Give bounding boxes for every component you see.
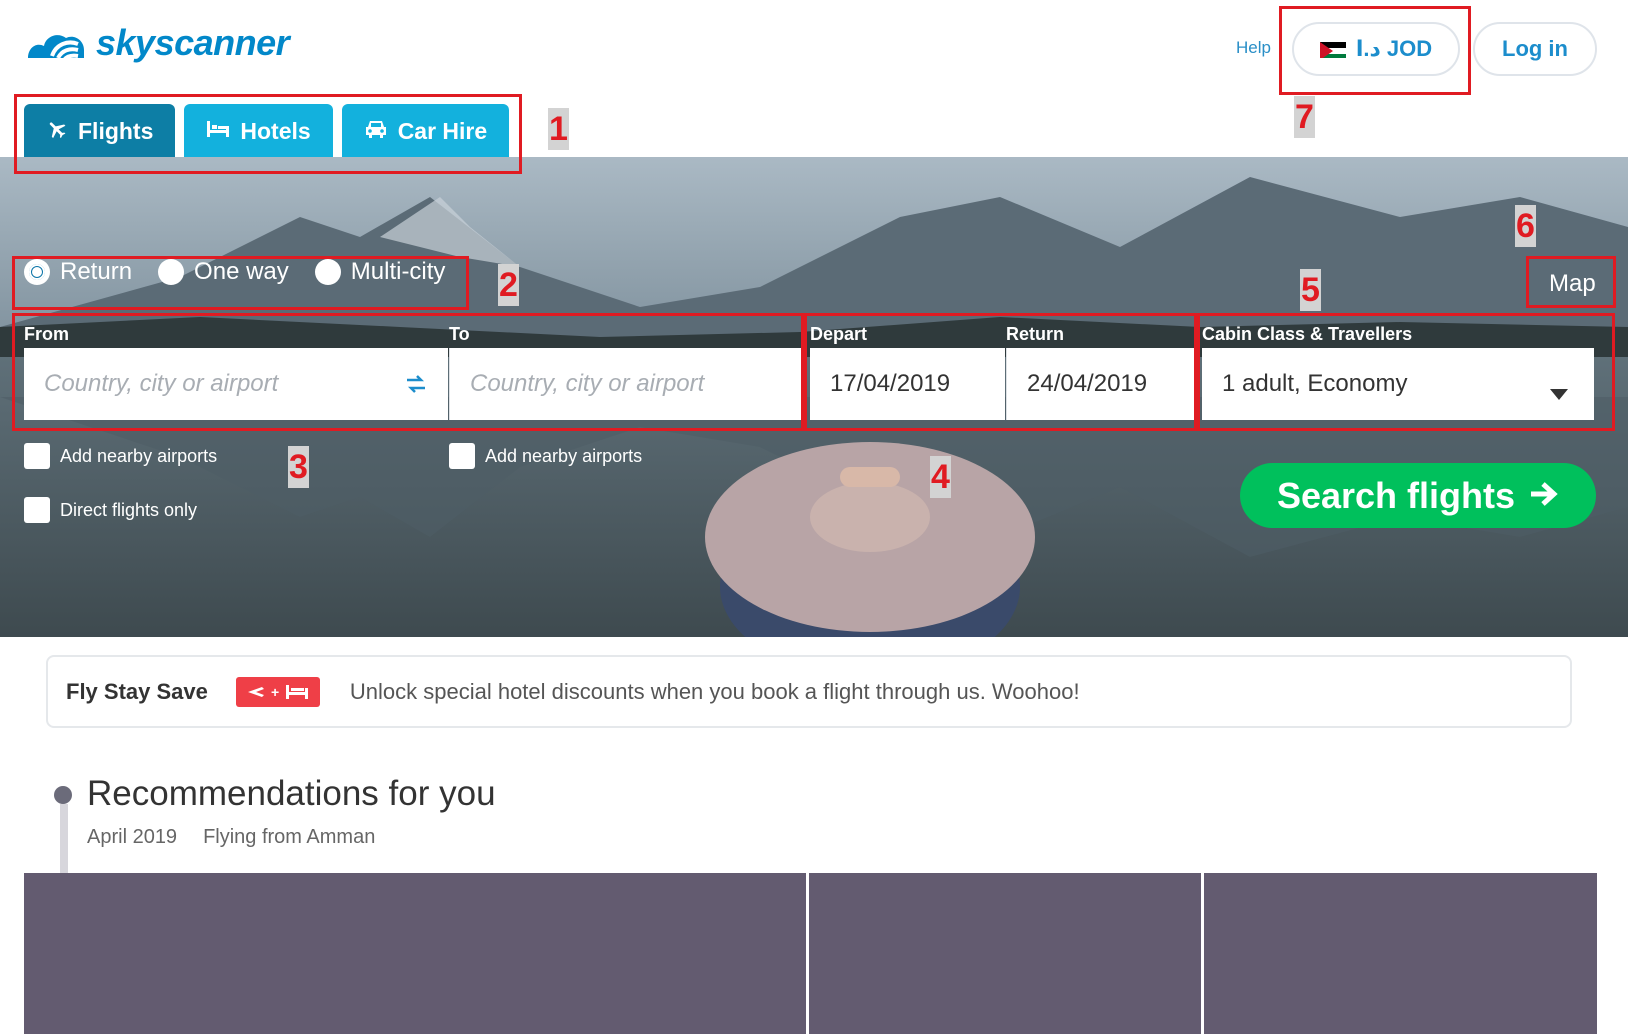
fly-stay-save-banner[interactable]: Fly Stay Save + Unlock special hotel dis…: [46, 655, 1572, 728]
add-nearby-from-checkbox[interactable]: Add nearby airports: [24, 443, 217, 469]
recommendations-subtitle: April 2019 Flying from Amman: [87, 826, 375, 849]
annotation-box-3: [12, 313, 804, 431]
recommendation-origin: Flying from Amman: [203, 826, 376, 848]
recommendation-card[interactable]: [1204, 873, 1597, 1034]
annotation-number: 5: [1300, 269, 1321, 311]
promo-text: Unlock special hotel discounts when you …: [349, 678, 1080, 704]
annotation-number: 2: [498, 264, 519, 306]
annotation-box-2: [12, 256, 469, 310]
annotation-number: 3: [288, 446, 309, 488]
direct-flights-checkbox[interactable]: Direct flights only: [24, 497, 197, 523]
annotation-number: 7: [1294, 96, 1315, 138]
logo-text: skyscanner: [96, 21, 290, 63]
plane-plus-hotel-icon: +: [235, 676, 320, 707]
help-link[interactable]: Help: [1236, 38, 1271, 58]
recommendation-card[interactable]: [809, 873, 1201, 1034]
annotation-box-5: [1197, 313, 1615, 431]
annotation-box-7: [1279, 6, 1471, 95]
annotation-box-6: [1526, 256, 1616, 308]
search-button-label: Search flights: [1276, 474, 1516, 516]
cloud-logo-icon: [22, 18, 90, 67]
checkbox-label: Direct flights only: [60, 499, 198, 520]
checkbox-icon: [449, 443, 475, 469]
arrow-right-icon: [1529, 475, 1559, 517]
annotation-number: 6: [1515, 205, 1536, 247]
add-nearby-to-checkbox[interactable]: Add nearby airports: [449, 443, 642, 469]
timeline-dot: [54, 786, 72, 804]
annotation-number: 1: [548, 108, 569, 150]
annotation-number: 4: [930, 456, 951, 498]
recommendation-month: April 2019: [87, 826, 178, 848]
search-flights-button[interactable]: Search flights: [1240, 463, 1596, 528]
checkbox-icon: [24, 443, 50, 469]
page: skyscanner Help د.ا JOD Log in Flights H: [0, 0, 1628, 1034]
recommendations-title: Recommendations for you: [87, 774, 496, 813]
checkbox-label: Add nearby airports: [60, 445, 218, 466]
skyscanner-logo[interactable]: skyscanner: [22, 18, 290, 67]
promo-title: Fly Stay Save: [66, 678, 208, 704]
login-button[interactable]: Log in: [1473, 22, 1597, 76]
annotation-box-4: [804, 313, 1197, 431]
annotation-box-1: [14, 94, 522, 174]
recommendation-cards: [24, 873, 1597, 1034]
recommendation-card[interactable]: [24, 873, 806, 1034]
checkbox-label: Add nearby airports: [485, 445, 643, 466]
checkbox-icon: [24, 497, 50, 523]
svg-text:+: +: [271, 684, 279, 700]
